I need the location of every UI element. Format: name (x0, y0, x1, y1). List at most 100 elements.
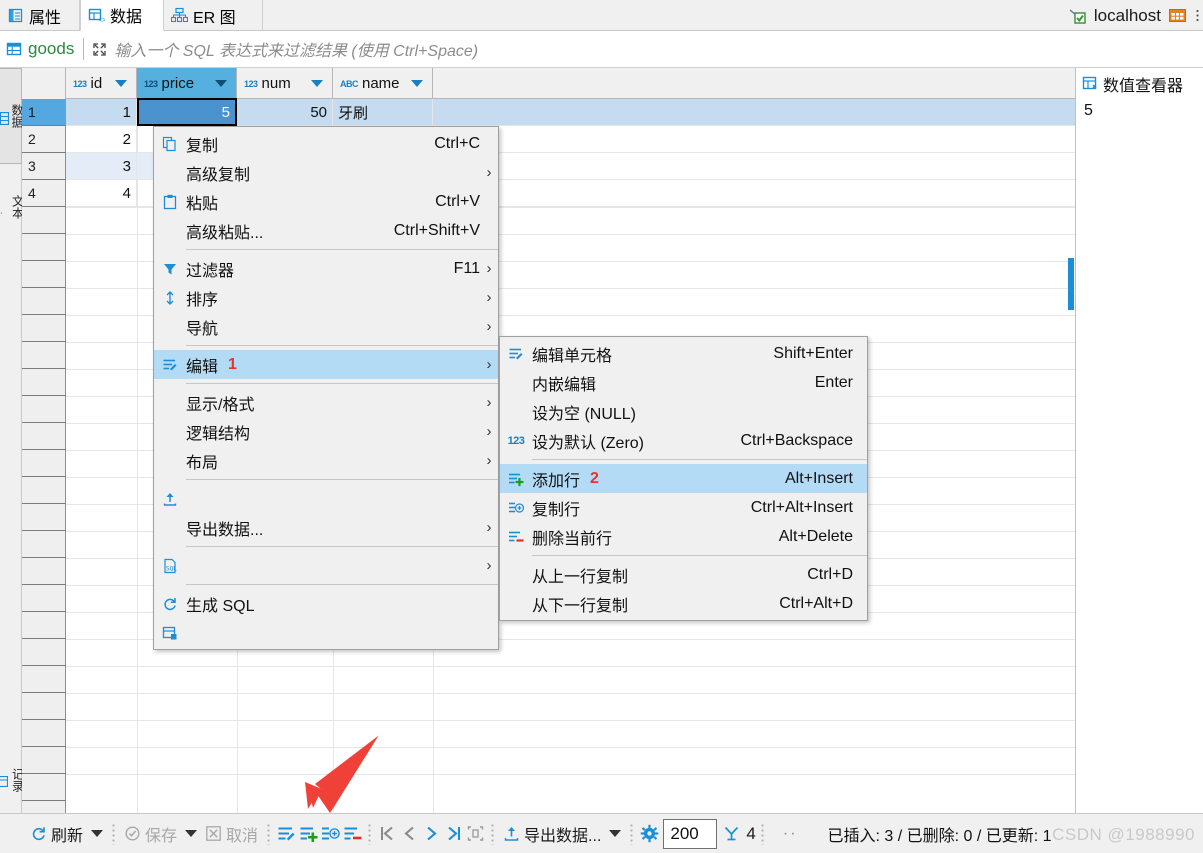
submenu-item-duplicate-row[interactable]: 复制行 Ctrl+Alt+Insert (500, 493, 867, 522)
row-header-empty[interactable] (22, 423, 66, 450)
cell-price-focused[interactable]: 5 (137, 98, 237, 126)
chevron-down-icon[interactable] (115, 80, 127, 87)
row-header[interactable]: 1 (22, 99, 66, 126)
edit-rows-button[interactable] (275, 822, 297, 846)
menu-item-refresh[interactable]: 生成 SQL (154, 589, 498, 618)
row-header-empty[interactable] (22, 612, 66, 639)
menu-item-advanced-paste[interactable]: 高级粘贴... Ctrl+Shift+V (154, 216, 498, 245)
menu-item-navigate[interactable]: 导航 › (154, 312, 498, 341)
grid-corner-cell[interactable] (22, 68, 66, 99)
save-button[interactable]: 保存 (120, 819, 181, 849)
cell-num[interactable]: 50 (237, 99, 333, 125)
menu-item-filter[interactable]: 过滤器 F11 › (154, 254, 498, 283)
row-header-empty[interactable] (22, 477, 66, 504)
menu-item-advanced-copy[interactable]: 高级复制 › (154, 158, 498, 187)
vtab-record[interactable]: 记录 (0, 746, 25, 814)
menu-item-toggle-result-panel[interactable] (154, 618, 498, 647)
table-icon[interactable] (1168, 6, 1187, 25)
row-header-empty[interactable] (22, 639, 66, 666)
row-header-empty[interactable] (22, 720, 66, 747)
first-page-button[interactable] (376, 822, 398, 846)
submenu-item-copy-from-above[interactable]: 从上一行复制 Ctrl+D (500, 560, 867, 589)
row-header-empty[interactable] (22, 558, 66, 585)
toolbar-drag-handle[interactable] (760, 822, 764, 845)
row-header-empty[interactable] (22, 666, 66, 693)
fetch-size-input[interactable]: 200 (663, 818, 718, 849)
refresh-button[interactable]: 刷新 (26, 819, 87, 849)
cancel-button[interactable]: 取消 (201, 819, 262, 849)
toolbar-drag-handle[interactable] (630, 822, 634, 845)
row-header-empty[interactable] (22, 504, 66, 531)
cell-name[interactable]: 牙刷 (333, 99, 433, 125)
duplicate-row-button[interactable] (319, 822, 341, 846)
submenu-item-copy-from-below[interactable]: 从下一行复制 Ctrl+Alt+D (500, 589, 867, 618)
menu-item-paste[interactable]: 粘贴 Ctrl+V (154, 187, 498, 216)
submenu-item-edit-cell[interactable]: 编辑单元格 Shift+Enter (500, 339, 867, 368)
vtab-grid[interactable]: 数据 (0, 68, 24, 164)
toolbar-drag-handle[interactable] (112, 822, 116, 845)
menu-item-generate-sql[interactable]: SQL › (154, 551, 498, 580)
export-dropdown-caret[interactable] (609, 830, 622, 837)
expand-icon[interactable] (84, 41, 114, 58)
row-header[interactable]: 2 (22, 126, 66, 153)
menu-item-view-format[interactable]: 显示/格式 › (154, 388, 498, 417)
connection-label[interactable]: localhost (1094, 6, 1161, 26)
settings-gear-button[interactable] (638, 822, 660, 846)
export-data-button[interactable]: 导出数据... (499, 819, 605, 849)
toolbar-drag-handle[interactable] (491, 822, 495, 845)
cell-id[interactable]: 3 (66, 153, 137, 179)
prev-page-button[interactable] (398, 822, 420, 846)
row-header-empty[interactable] (22, 234, 66, 261)
column-header-num[interactable]: 123 num (237, 68, 333, 99)
row-header[interactable]: 4 (22, 180, 66, 207)
column-header-price[interactable]: 123 price (137, 68, 237, 99)
value-viewer-value[interactable]: 5 (1076, 99, 1203, 120)
row-header-empty[interactable] (22, 450, 66, 477)
row-header-empty[interactable] (22, 288, 66, 315)
header-overflow-icon[interactable] (1194, 6, 1201, 25)
toolbar-drag-handle[interactable] (267, 822, 271, 845)
menu-item-sort[interactable]: 排序 › (154, 283, 498, 312)
sql-filter-input[interactable]: 输入一个 SQL 表达式来过滤结果 (使用 Ctrl+Space) (114, 37, 478, 61)
submenu-item-set-default[interactable]: 123 设为默认 (Zero) Ctrl+Backspace (500, 426, 867, 455)
tab-er-diagram[interactable]: ER 图 (164, 0, 263, 31)
row-header-empty[interactable] (22, 396, 66, 423)
tab-data[interactable]: <> 数据 (80, 0, 164, 31)
menu-item-export-data[interactable] (154, 484, 498, 513)
row-header-empty[interactable] (22, 585, 66, 612)
chevron-down-icon[interactable] (411, 80, 423, 87)
row-header-empty[interactable] (22, 342, 66, 369)
toolbar-drag-handle[interactable] (368, 822, 372, 845)
row-header-empty[interactable] (22, 207, 66, 234)
menu-item-open-with[interactable]: 导出数据... › (154, 513, 498, 542)
vtab-text[interactable]: 文本 T (0, 172, 25, 242)
row-header-empty[interactable] (22, 531, 66, 558)
row-header-empty[interactable] (22, 774, 66, 801)
row-header-empty[interactable] (22, 693, 66, 720)
next-page-button[interactable] (420, 822, 442, 846)
table-row[interactable]: 1 5 50 牙刷 (66, 98, 1075, 126)
last-page-button[interactable] (442, 822, 464, 846)
submenu-item-delete-row[interactable]: 删除当前行 Alt+Delete (500, 522, 867, 551)
row-header[interactable]: 3 (22, 153, 66, 180)
fetch-all-button[interactable] (464, 822, 486, 846)
chevron-down-icon[interactable] (311, 80, 323, 87)
cell-id[interactable]: 4 (66, 180, 137, 206)
row-header-empty[interactable] (22, 315, 66, 342)
column-header-id[interactable]: 123 id (66, 68, 137, 99)
menu-item-copy[interactable]: 复制 Ctrl+C (154, 129, 498, 158)
menu-item-layout[interactable]: 布局 › (154, 446, 498, 475)
row-header-empty[interactable] (22, 369, 66, 396)
save-dropdown-caret[interactable] (185, 830, 198, 837)
row-header-empty[interactable] (22, 261, 66, 288)
column-header-name[interactable]: ABC name (333, 68, 433, 99)
menu-item-edit[interactable]: 编辑 1 › (154, 350, 498, 379)
grid-vertical-scrollbar[interactable] (1068, 258, 1074, 310)
submenu-item-add-row[interactable]: 添加行 2 Alt+Insert (500, 464, 867, 493)
delete-row-button[interactable] (341, 822, 363, 846)
submenu-item-inline-edit[interactable]: 内嵌编辑 Enter (500, 368, 867, 397)
menu-item-logical-structure[interactable]: 逻辑结构 › (154, 417, 498, 446)
row-header-empty[interactable] (22, 747, 66, 774)
row-count-icon[interactable] (720, 822, 742, 846)
tab-properties[interactable]: 属性 (0, 0, 80, 31)
